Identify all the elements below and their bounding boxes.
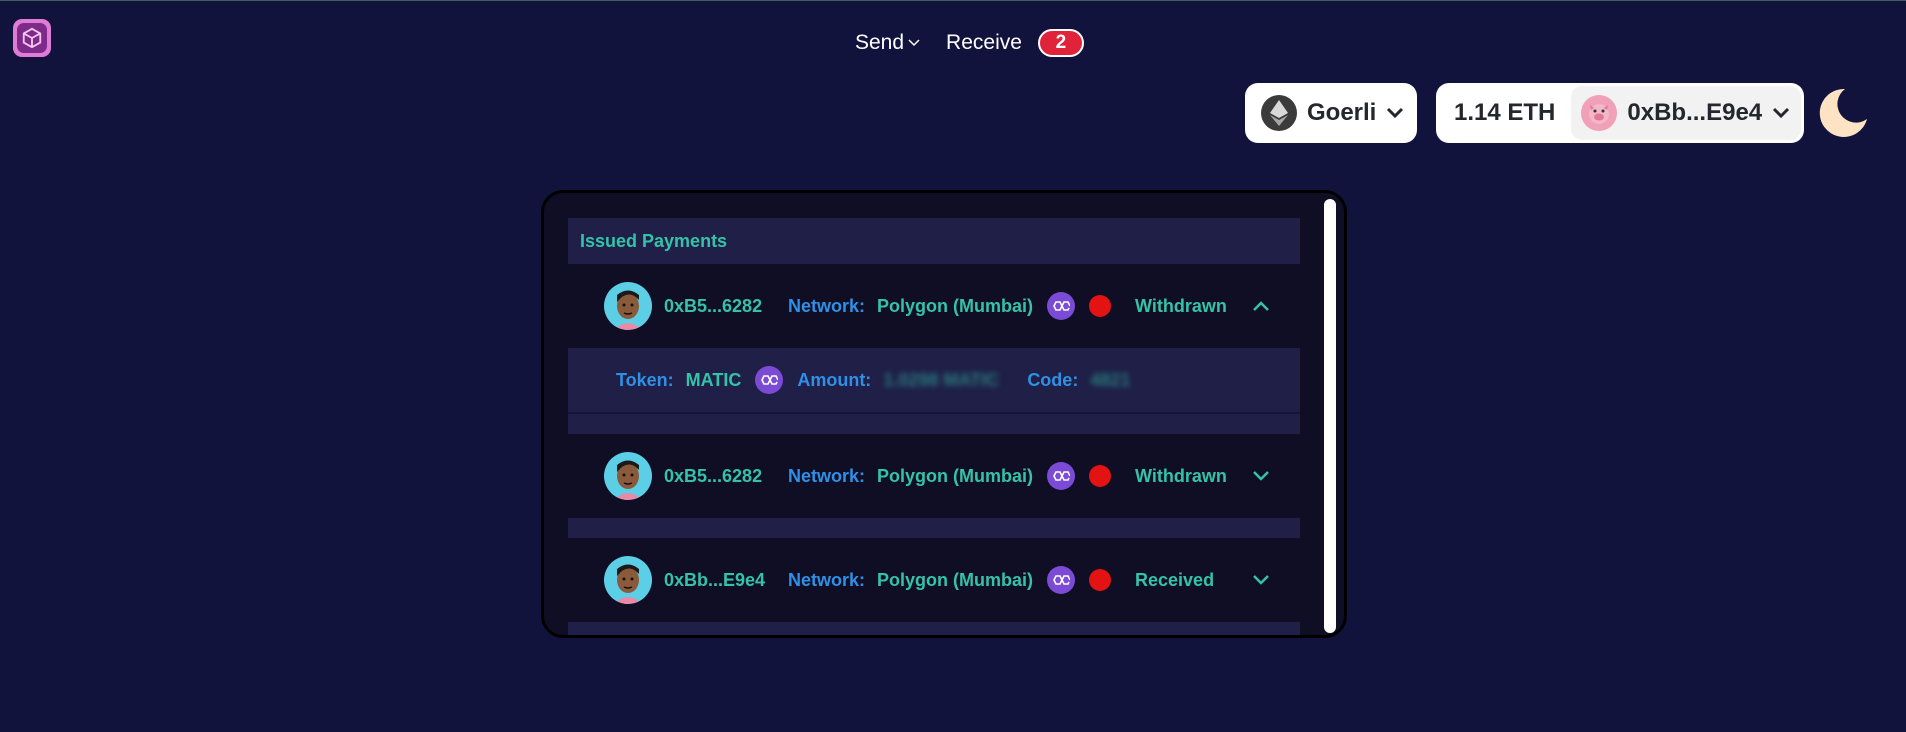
pig-avatar-icon	[1581, 95, 1618, 131]
payment-status: Withdrawn	[1135, 465, 1227, 486]
payments-panel: Issued Payments 0xB5...6282 Network: Pol…	[541, 190, 1347, 638]
receive-label: Receive	[946, 31, 1022, 54]
chevron-down-icon[interactable]	[1251, 469, 1271, 483]
code-label: Code:	[1027, 369, 1079, 390]
payment-status: Received	[1135, 569, 1215, 590]
payment-row[interactable]: 0xBb...E9e4 Network: Polygon (Mumbai) Re…	[568, 538, 1300, 622]
send-menu[interactable]: Send	[855, 31, 920, 55]
payment-code: 4821	[1090, 369, 1131, 390]
network-selector[interactable]: Goerli	[1245, 83, 1417, 143]
status-dot	[1089, 465, 1112, 487]
cube-logo-icon	[17, 23, 47, 53]
payment-row[interactable]: 0xB5...6282 Network: Polygon (Mumbai) Wi…	[568, 264, 1300, 348]
balance: 1.14 ETH	[1454, 99, 1556, 126]
chevron-down-icon	[1387, 107, 1404, 119]
scrollbar[interactable]	[1324, 199, 1336, 633]
amount-label: Amount:	[797, 369, 872, 390]
token-label: Token:	[616, 369, 674, 390]
payment-network: Polygon (Mumbai)	[877, 569, 1034, 590]
network-label: Network:	[788, 465, 866, 486]
payment-network: Polygon (Mumbai)	[877, 295, 1034, 316]
payment-address: 0xB5...6282	[664, 465, 763, 486]
account-address: 0xBb...E9e4	[1627, 99, 1763, 126]
network-name: Goerli	[1307, 99, 1377, 126]
payment-network: Polygon (Mumbai)	[877, 465, 1034, 486]
panel-title: Issued Payments	[568, 218, 1300, 264]
receive-menu[interactable]: Receive 2	[946, 29, 1084, 57]
chevron-down-icon	[908, 39, 920, 47]
avatar	[604, 452, 652, 500]
avatar	[604, 556, 652, 604]
row-separator	[568, 414, 1300, 434]
account-widget: 1.14 ETH 0xBb...E9e4	[1436, 83, 1804, 143]
status-dot	[1089, 569, 1112, 591]
payment-amount: 1.0298 MATIC	[883, 369, 1000, 390]
polygon-icon	[1047, 292, 1076, 320]
payment-token: MATIC	[685, 369, 742, 390]
row-separator	[568, 518, 1300, 538]
chevron-up-icon[interactable]	[1251, 299, 1271, 313]
payment-details: Token: MATIC Amount: 1.0298 MATIC Code: …	[568, 348, 1300, 414]
chevron-down-icon[interactable]	[1251, 573, 1271, 587]
polygon-icon	[1047, 566, 1076, 594]
send-label: Send	[855, 31, 905, 54]
network-label: Network:	[788, 569, 866, 590]
chevron-down-icon	[1773, 107, 1790, 119]
polygon-icon	[755, 366, 784, 394]
top-nav: Send Receive 2	[855, 29, 1084, 57]
account-selector[interactable]: 0xBb...E9e4	[1571, 86, 1801, 140]
network-label: Network:	[788, 295, 866, 316]
row-separator	[568, 622, 1300, 635]
payment-status: Withdrawn	[1135, 295, 1227, 316]
moon-icon[interactable]	[1815, 85, 1871, 141]
ethereum-icon	[1261, 95, 1297, 131]
app-logo[interactable]	[13, 19, 51, 57]
polygon-icon	[1047, 462, 1076, 490]
receive-count-badge: 2	[1037, 29, 1084, 57]
payment-address: 0xB5...6282	[664, 295, 763, 316]
payment-row[interactable]: 0xB5...6282 Network: Polygon (Mumbai) Wi…	[568, 434, 1300, 518]
avatar	[604, 282, 652, 330]
payments-list: Issued Payments 0xB5...6282 Network: Pol…	[568, 218, 1300, 635]
status-dot	[1089, 295, 1112, 317]
payment-address: 0xBb...E9e4	[664, 569, 766, 590]
